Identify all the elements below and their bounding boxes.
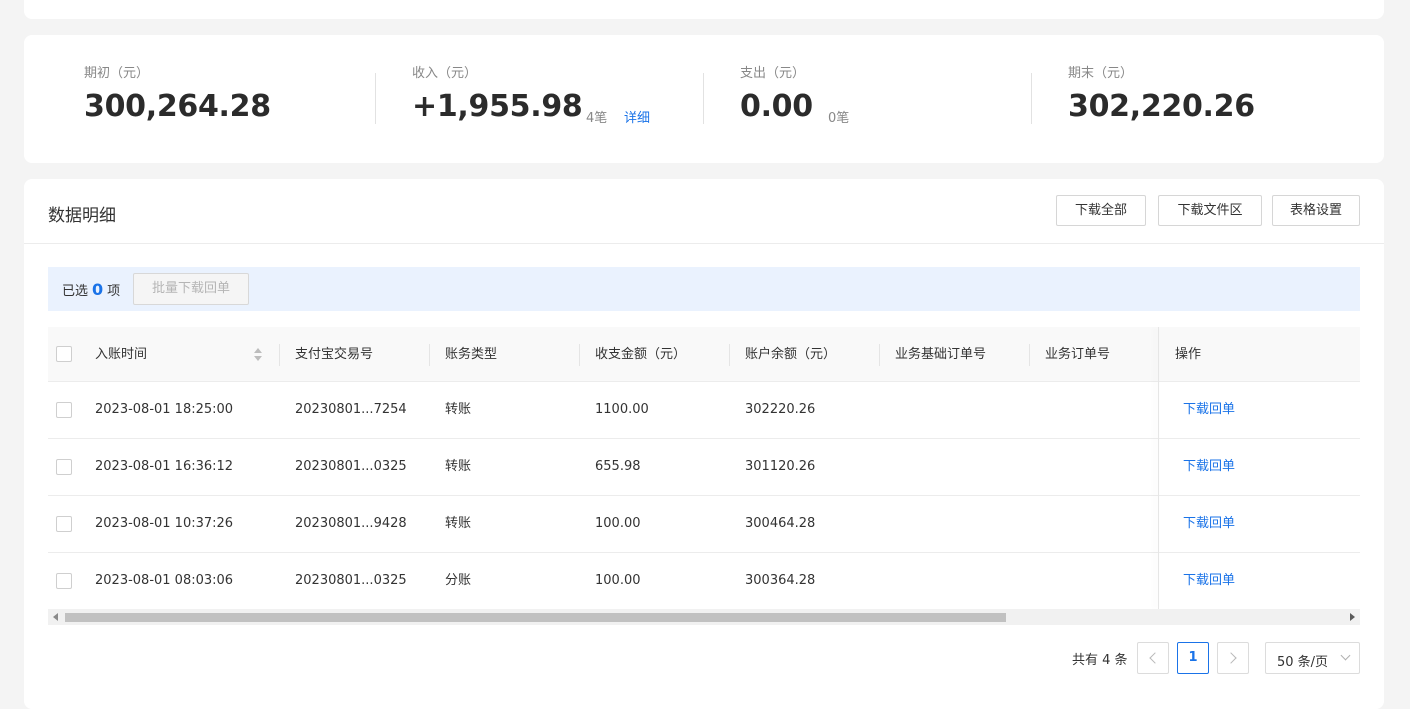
download-receipt-link[interactable]: 下载回单 [1183,382,1235,438]
cell-type: 转账 [445,516,472,531]
table-settings-button[interactable]: 表格设置 [1272,195,1360,226]
cell-trade-no: 20230801...9428 [295,516,407,531]
row-checkbox[interactable] [56,402,72,418]
prev-page-button[interactable] [1137,642,1169,674]
stat-income-value: +1,955.98 [412,89,583,124]
selection-text: 已选 0 项 [62,280,120,299]
detail-title: 数据明细 [48,206,116,226]
scroll-right-arrow-icon[interactable] [1350,613,1355,621]
income-detail-link[interactable]: 详细 [624,107,650,126]
column-divider [1029,344,1030,366]
row-checkbox[interactable] [56,516,72,532]
next-page-button[interactable] [1217,642,1249,674]
column-divider [429,344,430,366]
selection-suffix: 项 [107,284,121,299]
fixed-column-divider [1158,327,1159,609]
stat-expense-value: 0.00 [740,89,813,124]
row-checkbox[interactable] [56,573,72,589]
divider [1031,73,1032,124]
stat-closing-label: 期末（元） [1068,66,1134,81]
sort-icon[interactable] [253,347,263,363]
download-receipt-link[interactable]: 下载回单 [1183,553,1235,609]
table-row: 2023-08-01 08:03:06 20230801...0325 分账 1… [48,553,1360,610]
column-header-action: 操作 [1175,347,1202,362]
scroll-left-arrow-icon[interactable] [53,613,58,621]
cell-trade-no: 20230801...7254 [295,402,407,417]
batch-download-button[interactable]: 批量下载回单 [133,273,249,305]
table-row: 2023-08-01 10:37:26 20230801...9428 转账 1… [48,496,1360,553]
column-divider [879,344,880,366]
cell-balance: 300464.28 [745,516,816,531]
stat-income-count: 4笔 [586,111,608,126]
cell-type: 转账 [445,459,472,474]
cell-time: 2023-08-01 08:03:06 [95,573,234,588]
row-checkbox[interactable] [56,459,72,475]
column-divider [279,344,280,366]
table-row: 2023-08-01 16:36:12 20230801...0325 转账 6… [48,439,1360,496]
cell-trade-no: 20230801...0325 [295,459,407,474]
total-count: 共有 4 条 [1072,653,1128,668]
cell-time: 2023-08-01 18:25:00 [95,402,234,417]
column-divider [579,344,580,366]
cell-type: 分账 [445,573,472,588]
table-row: 2023-08-01 18:25:00 20230801...7254 转账 1… [48,382,1360,439]
page-size-select[interactable]: 50 条/页 [1265,642,1360,674]
cell-amount: 100.00 [595,573,641,588]
download-receipt-link[interactable]: 下载回单 [1183,439,1235,495]
cell-balance: 301120.26 [745,459,816,474]
stat-opening-label: 期初（元） [84,66,150,81]
stat-closing-value: 302,220.26 [1068,89,1255,124]
summary-card: 期初（元） 300,264.28 收入（元） +1,955.98 4笔 详细 支… [24,35,1384,163]
column-header-base-order: 业务基础订单号 [895,347,987,362]
column-header-amount: 收支金额（元） [595,347,687,362]
data-table: 入账时间 支付宝交易号 账务类型 收支金额（元） 账户余额（元） 业务基础订单号… [48,327,1360,625]
cell-time: 2023-08-01 16:36:12 [95,459,234,474]
header-divider [24,243,1384,244]
column-divider [729,344,730,366]
cell-balance: 300364.28 [745,573,816,588]
selection-bar: 已选 0 项 批量下载回单 [48,267,1360,311]
divider [375,73,376,124]
cell-amount: 655.98 [595,459,641,474]
download-receipt-link[interactable]: 下载回单 [1183,496,1235,552]
download-area-button[interactable]: 下载文件区 [1158,195,1262,226]
detail-card: 数据明细 下载全部 下载文件区 表格设置 已选 0 项 批量下载回单 入账时间 支付… [24,179,1384,709]
cell-amount: 100.00 [595,516,641,531]
stat-expense-label: 支出（元） [740,66,806,81]
select-all-checkbox[interactable] [56,346,72,362]
column-header-order: 业务订单号 [1045,347,1111,362]
chevron-left-icon [1149,652,1161,664]
cell-time: 2023-08-01 10:37:26 [95,516,234,531]
cell-trade-no: 20230801...0325 [295,573,407,588]
selection-prefix: 已选 [62,284,89,299]
stat-income-label: 收入（元） [412,66,478,81]
chevron-right-icon [1225,652,1237,664]
column-header-trade-no: 支付宝交易号 [295,347,374,362]
cell-amount: 1100.00 [595,402,649,417]
column-header-type: 账务类型 [445,347,498,362]
column-header-balance: 账户余额（元） [745,347,837,362]
column-header-time[interactable]: 入账时间 [95,327,147,382]
divider [703,73,704,124]
cell-balance: 302220.26 [745,402,816,417]
horizontal-scrollbar[interactable] [48,609,1360,625]
table-header: 入账时间 支付宝交易号 账务类型 收支金额（元） 账户余额（元） 业务基础订单号… [48,327,1360,382]
page-number-current[interactable]: 1 [1177,642,1209,674]
chevron-down-icon [1340,650,1351,661]
selection-count: 0 [92,280,104,299]
stat-opening-value: 300,264.28 [84,89,271,124]
page-size-value: 50 条/页 [1277,655,1329,670]
stat-expense-count: 0笔 [828,111,850,126]
cell-type: 转账 [445,402,472,417]
top-card [24,0,1384,19]
download-all-button[interactable]: 下载全部 [1056,195,1146,226]
scrollbar-thumb[interactable] [65,613,1006,622]
